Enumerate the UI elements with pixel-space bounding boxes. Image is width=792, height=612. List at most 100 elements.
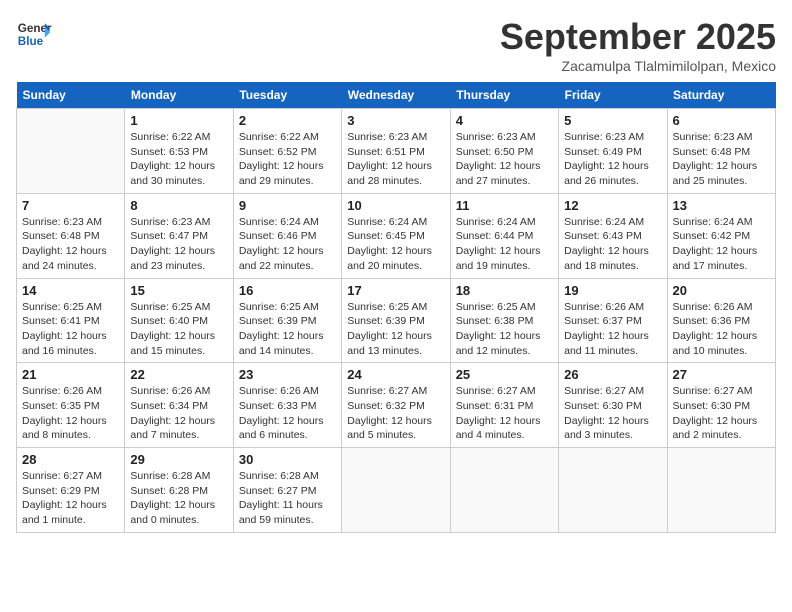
day-info: Sunrise: 6:28 AM Sunset: 6:27 PM Dayligh… <box>239 469 336 528</box>
calendar-week-row: 14 Sunrise: 6:25 AM Sunset: 6:41 PM Dayli… <box>17 278 776 363</box>
day-info: Sunrise: 6:23 AM Sunset: 6:51 PM Dayligh… <box>347 130 444 189</box>
calendar-cell: 26 Sunrise: 6:27 AM Sunset: 6:30 PM Dayli… <box>559 363 667 448</box>
day-info: Sunrise: 6:23 AM Sunset: 6:50 PM Dayligh… <box>456 130 553 189</box>
day-number: 14 <box>22 283 119 298</box>
day-number: 15 <box>130 283 227 298</box>
day-number: 4 <box>456 113 553 128</box>
calendar-cell: 21 Sunrise: 6:26 AM Sunset: 6:35 PM Dayli… <box>17 363 125 448</box>
day-info: Sunrise: 6:24 AM Sunset: 6:42 PM Dayligh… <box>673 215 770 274</box>
day-number: 1 <box>130 113 227 128</box>
day-number: 16 <box>239 283 336 298</box>
day-number: 27 <box>673 367 770 382</box>
calendar-cell: 3 Sunrise: 6:23 AM Sunset: 6:51 PM Daylig… <box>342 109 450 194</box>
calendar-cell: 4 Sunrise: 6:23 AM Sunset: 6:50 PM Daylig… <box>450 109 558 194</box>
day-number: 6 <box>673 113 770 128</box>
day-info: Sunrise: 6:24 AM Sunset: 6:45 PM Dayligh… <box>347 215 444 274</box>
day-number: 26 <box>564 367 661 382</box>
calendar-cell: 18Sunrise: 6:25 AM Sunset: 6:38 PM Dayli… <box>450 278 558 363</box>
day-info: Sunrise: 6:25 AM Sunset: 6:39 PM Dayligh… <box>239 300 336 359</box>
day-number: 30 <box>239 452 336 467</box>
day-info: Sunrise: 6:23 AM Sunset: 6:49 PM Dayligh… <box>564 130 661 189</box>
day-info: Sunrise: 6:24 AM Sunset: 6:43 PM Dayligh… <box>564 215 661 274</box>
calendar-cell: 5 Sunrise: 6:23 AM Sunset: 6:49 PM Daylig… <box>559 109 667 194</box>
calendar-cell: 2Sunrise: 6:22 AM Sunset: 6:52 PM Daylig… <box>233 109 341 194</box>
day-number: 10 <box>347 198 444 213</box>
calendar-cell: 1 Sunrise: 6:22 AM Sunset: 6:53 PM Daylig… <box>125 109 233 194</box>
day-info: Sunrise: 6:24 AM Sunset: 6:44 PM Dayligh… <box>456 215 553 274</box>
svg-text:Blue: Blue <box>18 35 44 48</box>
day-info: Sunrise: 6:26 AM Sunset: 6:33 PM Dayligh… <box>239 384 336 443</box>
calendar-cell: 27Sunrise: 6:27 AM Sunset: 6:30 PM Dayli… <box>667 363 775 448</box>
day-number: 12 <box>564 198 661 213</box>
weekday-header-cell: Monday <box>125 82 233 109</box>
day-info: Sunrise: 6:27 AM Sunset: 6:30 PM Dayligh… <box>564 384 661 443</box>
day-info: Sunrise: 6:26 AM Sunset: 6:37 PM Dayligh… <box>564 300 661 359</box>
calendar-cell <box>559 448 667 533</box>
calendar-cell: 17 Sunrise: 6:25 AM Sunset: 6:39 PM Dayli… <box>342 278 450 363</box>
day-number: 25 <box>456 367 553 382</box>
calendar-cell: 12 Sunrise: 6:24 AM Sunset: 6:43 PM Dayli… <box>559 193 667 278</box>
calendar-week-row: 7Sunrise: 6:23 AM Sunset: 6:48 PM Daylig… <box>17 193 776 278</box>
day-number: 29 <box>130 452 227 467</box>
calendar-week-row: 1 Sunrise: 6:22 AM Sunset: 6:53 PM Daylig… <box>17 109 776 194</box>
day-info: Sunrise: 6:25 AM Sunset: 6:41 PM Dayligh… <box>22 300 119 359</box>
day-info: Sunrise: 6:23 AM Sunset: 6:48 PM Dayligh… <box>673 130 770 189</box>
day-info: Sunrise: 6:27 AM Sunset: 6:29 PM Dayligh… <box>22 469 119 528</box>
calendar-cell <box>667 448 775 533</box>
weekday-header-cell: Thursday <box>450 82 558 109</box>
day-number: 3 <box>347 113 444 128</box>
day-number: 13 <box>673 198 770 213</box>
day-info: Sunrise: 6:25 AM Sunset: 6:40 PM Dayligh… <box>130 300 227 359</box>
day-info: Sunrise: 6:24 AM Sunset: 6:46 PM Dayligh… <box>239 215 336 274</box>
day-number: 9 <box>239 198 336 213</box>
calendar-cell: 30 Sunrise: 6:28 AM Sunset: 6:27 PM Dayli… <box>233 448 341 533</box>
weekday-header-row: SundayMondayTuesdayWednesdayThursdayFrid… <box>17 82 776 109</box>
logo-icon: General Blue <box>16 16 52 52</box>
day-number: 19 <box>564 283 661 298</box>
weekday-header-cell: Friday <box>559 82 667 109</box>
day-info: Sunrise: 6:26 AM Sunset: 6:34 PM Dayligh… <box>130 384 227 443</box>
calendar-body: 1 Sunrise: 6:22 AM Sunset: 6:53 PM Daylig… <box>17 109 776 533</box>
calendar-cell: 19 Sunrise: 6:26 AM Sunset: 6:37 PM Dayli… <box>559 278 667 363</box>
calendar-cell: 8Sunrise: 6:23 AM Sunset: 6:47 PM Daylig… <box>125 193 233 278</box>
weekday-header-cell: Tuesday <box>233 82 341 109</box>
day-info: Sunrise: 6:26 AM Sunset: 6:36 PM Dayligh… <box>673 300 770 359</box>
calendar-cell: 15 Sunrise: 6:25 AM Sunset: 6:40 PM Dayli… <box>125 278 233 363</box>
day-info: Sunrise: 6:25 AM Sunset: 6:39 PM Dayligh… <box>347 300 444 359</box>
day-number: 22 <box>130 367 227 382</box>
calendar-cell: 9 Sunrise: 6:24 AM Sunset: 6:46 PM Daylig… <box>233 193 341 278</box>
calendar-cell: 13 Sunrise: 6:24 AM Sunset: 6:42 PM Dayli… <box>667 193 775 278</box>
day-number: 20 <box>673 283 770 298</box>
day-info: Sunrise: 6:26 AM Sunset: 6:35 PM Dayligh… <box>22 384 119 443</box>
calendar-week-row: 28 Sunrise: 6:27 AM Sunset: 6:29 PM Dayli… <box>17 448 776 533</box>
day-number: 5 <box>564 113 661 128</box>
calendar-cell <box>17 109 125 194</box>
calendar-cell: 22 Sunrise: 6:26 AM Sunset: 6:34 PM Dayli… <box>125 363 233 448</box>
calendar-cell: 29Sunrise: 6:28 AM Sunset: 6:28 PM Dayli… <box>125 448 233 533</box>
calendar-cell: 11 Sunrise: 6:24 AM Sunset: 6:44 PM Dayli… <box>450 193 558 278</box>
weekday-header-cell: Wednesday <box>342 82 450 109</box>
title-block: September 2025 Zacamulpa Tlalmimilolpan,… <box>500 16 776 74</box>
calendar-cell: 20 Sunrise: 6:26 AM Sunset: 6:36 PM Dayli… <box>667 278 775 363</box>
calendar-cell: 6 Sunrise: 6:23 AM Sunset: 6:48 PM Daylig… <box>667 109 775 194</box>
month-title: September 2025 <box>500 16 776 58</box>
day-number: 28 <box>22 452 119 467</box>
day-number: 18 <box>456 283 553 298</box>
page-header: General Blue September 2025 Zacamulpa Tl… <box>16 16 776 74</box>
calendar-week-row: 21 Sunrise: 6:26 AM Sunset: 6:35 PM Dayli… <box>17 363 776 448</box>
calendar-cell: 7Sunrise: 6:23 AM Sunset: 6:48 PM Daylig… <box>17 193 125 278</box>
day-number: 2 <box>239 113 336 128</box>
day-number: 7 <box>22 198 119 213</box>
calendar-cell: 24Sunrise: 6:27 AM Sunset: 6:32 PM Dayli… <box>342 363 450 448</box>
day-info: Sunrise: 6:27 AM Sunset: 6:31 PM Dayligh… <box>456 384 553 443</box>
day-info: Sunrise: 6:23 AM Sunset: 6:47 PM Dayligh… <box>130 215 227 274</box>
day-info: Sunrise: 6:22 AM Sunset: 6:53 PM Dayligh… <box>130 130 227 189</box>
day-number: 21 <box>22 367 119 382</box>
calendar-cell: 28 Sunrise: 6:27 AM Sunset: 6:29 PM Dayli… <box>17 448 125 533</box>
calendar-cell: 16 Sunrise: 6:25 AM Sunset: 6:39 PM Dayli… <box>233 278 341 363</box>
weekday-header-cell: Sunday <box>17 82 125 109</box>
calendar-cell <box>342 448 450 533</box>
location-subtitle: Zacamulpa Tlalmimilolpan, Mexico <box>500 58 776 74</box>
day-number: 11 <box>456 198 553 213</box>
day-number: 17 <box>347 283 444 298</box>
